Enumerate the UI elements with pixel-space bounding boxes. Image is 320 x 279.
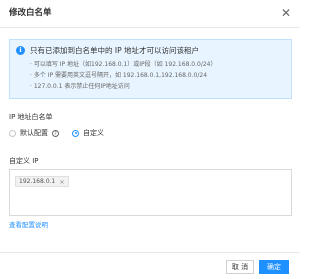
radio-button[interactable]	[72, 129, 79, 137]
radio-label: 默认配置	[20, 129, 48, 137]
notice-line: · 多个 IP 需要用英文逗号隔开，如 192.168.0.1,192.168.…	[30, 72, 208, 79]
dialog-header: 修改白名单 ✕	[0, 0, 300, 28]
radio-button[interactable]	[9, 129, 16, 137]
close-icon[interactable]: ✕	[280, 6, 292, 20]
notice-line: · 可以填写 IP 地址（如192.168.0.1）或IP段（如 192.168…	[30, 61, 217, 68]
info-icon: i	[16, 46, 25, 55]
info-notice: i 只有已添加到白名单中的 IP 地址才可以访问该租户 · 可以填写 IP 地址…	[9, 39, 292, 99]
ip-tag-label: 192.168.0.1	[19, 178, 56, 185]
cancel-button[interactable]: 取 消	[226, 260, 254, 274]
radio-default-config[interactable]: 默认配置 ?	[9, 127, 59, 139]
notice-line: · 127.0.0.1 表示禁止任何IP地址访问	[30, 83, 130, 90]
custom-ip-input[interactable]: 192.168.0.1 ×	[9, 169, 292, 216]
dialog-footer: 取 消 确定	[0, 252, 300, 279]
view-config-docs-link[interactable]: 查看配置说明	[9, 221, 48, 230]
notice-title: 只有已添加到白名单中的 IP 地址才可以访问该租户	[30, 46, 200, 55]
dialog-title: 修改白名单	[9, 8, 52, 18]
confirm-button[interactable]: 确定	[259, 260, 289, 274]
edit-whitelist-dialog: 修改白名单 ✕ i 只有已添加到白名单中的 IP 地址才可以访问该租户 · 可以…	[0, 0, 300, 279]
ip-tag: 192.168.0.1 ×	[15, 176, 69, 187]
radio-label: 自定义	[83, 129, 104, 137]
tag-close-icon[interactable]: ×	[59, 178, 64, 186]
help-icon[interactable]: ?	[52, 129, 59, 137]
whitelist-label: IP 地址白名单	[9, 113, 53, 121]
custom-ip-label: 自定义 IP	[9, 157, 39, 165]
radio-custom[interactable]: 自定义	[72, 127, 104, 139]
